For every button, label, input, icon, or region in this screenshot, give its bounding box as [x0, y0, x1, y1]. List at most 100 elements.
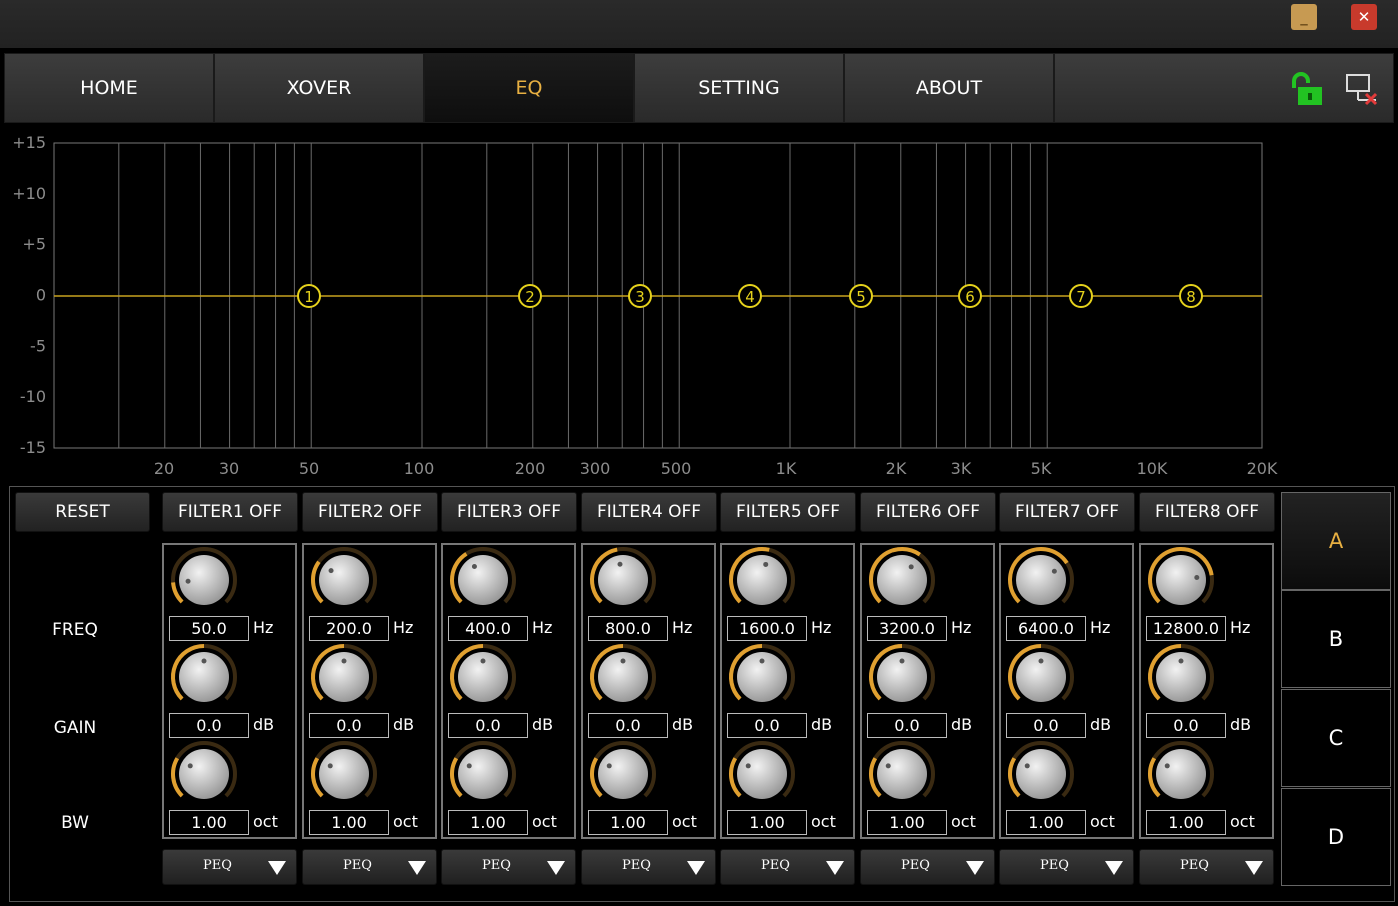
preset-c-button[interactable]: C [1281, 689, 1391, 787]
disconnect-icon[interactable] [1344, 72, 1380, 106]
gain-knob[interactable] [867, 642, 937, 712]
gain-knob[interactable] [309, 642, 379, 712]
x-tick-label: 1K [776, 459, 797, 478]
filter-toggle-button[interactable]: FILTER4 OFF [581, 492, 717, 532]
filter-marker-label: 2 [525, 288, 535, 306]
freq-input[interactable]: 400.0 [448, 616, 528, 641]
filter-toggle-button[interactable]: FILTER2 OFF [302, 492, 438, 532]
tab-xover[interactable]: XOVER [214, 53, 424, 123]
filter-type-select[interactable]: PEQ [720, 849, 855, 885]
filter-toggle-button[interactable]: FILTER7 OFF [999, 492, 1135, 532]
unlock-icon[interactable] [1288, 72, 1324, 106]
filter-toggle-button[interactable]: FILTER1 OFF [162, 492, 298, 532]
gain-knob[interactable] [727, 642, 797, 712]
freq-input[interactable]: 6400.0 [1006, 616, 1086, 641]
tab-label: SETTING [698, 77, 780, 99]
bw-unit: oct [393, 812, 418, 831]
bw-knob[interactable] [727, 739, 797, 809]
gain-knob[interactable] [448, 642, 518, 712]
close-button[interactable]: ✕ [1351, 4, 1377, 30]
freq-knob[interactable] [309, 545, 379, 615]
filter-type-select[interactable]: PEQ [162, 849, 297, 885]
gain-knob[interactable] [1146, 642, 1216, 712]
bw-input[interactable]: 1.00 [448, 810, 528, 835]
gain-unit: dB [672, 715, 694, 734]
y-tick-label: -5 [30, 336, 46, 355]
freq-knob[interactable] [169, 545, 239, 615]
preset-b-button[interactable]: B [1281, 590, 1391, 688]
bw-input[interactable]: 1.00 [1006, 810, 1086, 835]
bw-input[interactable]: 1.00 [1146, 810, 1226, 835]
gain-input[interactable]: 0.0 [448, 713, 528, 738]
bw-knob[interactable] [1006, 739, 1076, 809]
freq-knob[interactable] [448, 545, 518, 615]
minimize-button[interactable]: _ [1291, 4, 1317, 30]
bw-knob[interactable] [1146, 739, 1216, 809]
filter-type-value: PEQ [482, 858, 511, 873]
bw-input[interactable]: 1.00 [169, 810, 249, 835]
gain-input[interactable]: 0.0 [867, 713, 947, 738]
tab-about[interactable]: ABOUT [844, 53, 1054, 123]
gain-input[interactable]: 0.0 [169, 713, 249, 738]
bw-input[interactable]: 1.00 [867, 810, 947, 835]
freq-input[interactable]: 800.0 [588, 616, 668, 641]
gain-input[interactable]: 0.0 [309, 713, 389, 738]
gain-input[interactable]: 0.0 [1146, 713, 1226, 738]
bw-knob[interactable] [448, 739, 518, 809]
tab-home[interactable]: HOME [4, 53, 214, 123]
x-tick-label: 300 [580, 459, 611, 478]
freq-input[interactable]: 12800.0 [1146, 616, 1226, 641]
bw-input[interactable]: 1.00 [727, 810, 807, 835]
filter-type-select[interactable]: PEQ [860, 849, 995, 885]
filter-type-select[interactable]: PEQ [999, 849, 1134, 885]
x-tick-label: 20K [1247, 459, 1278, 478]
filter-type-value: PEQ [761, 858, 790, 873]
filter-toggle-button[interactable]: FILTER3 OFF [441, 492, 577, 532]
preset-a-button[interactable]: A [1281, 492, 1391, 590]
filter-toggle-button[interactable]: FILTER8 OFF [1139, 492, 1275, 532]
freq-unit: Hz [532, 618, 553, 637]
nav-bar: HOME XOVER EQ SETTING ABOUT [0, 48, 1398, 128]
reset-button[interactable]: RESET [15, 492, 150, 532]
freq-knob[interactable] [727, 545, 797, 615]
tab-setting[interactable]: SETTING [634, 53, 844, 123]
filter-type-select[interactable]: PEQ [581, 849, 716, 885]
x-tick-label: 30 [219, 459, 239, 478]
gain-knob[interactable] [588, 642, 658, 712]
preset-label: B [1328, 627, 1344, 651]
filter-toggle-button[interactable]: FILTER6 OFF [860, 492, 996, 532]
bw-knob[interactable] [588, 739, 658, 809]
bw-knob[interactable] [867, 739, 937, 809]
gain-unit: dB [811, 715, 833, 734]
freq-knob[interactable] [867, 545, 937, 615]
chevron-down-icon [1245, 861, 1263, 875]
freq-input[interactable]: 1600.0 [727, 616, 807, 641]
filter-marker-label: 4 [745, 288, 755, 306]
bw-knob[interactable] [169, 739, 239, 809]
filter-toggle-button[interactable]: FILTER5 OFF [720, 492, 856, 532]
freq-knob[interactable] [1006, 545, 1076, 615]
tab-eq[interactable]: EQ [424, 53, 634, 123]
filter-type-select[interactable]: PEQ [302, 849, 437, 885]
freq-knob[interactable] [1146, 545, 1216, 615]
gain-knob[interactable] [1006, 642, 1076, 712]
filter-type-select[interactable]: PEQ [1139, 849, 1274, 885]
freq-input[interactable]: 50.0 [169, 616, 249, 641]
bw-input[interactable]: 1.00 [309, 810, 389, 835]
gain-input[interactable]: 0.0 [588, 713, 668, 738]
bw-unit: oct [811, 812, 836, 831]
x-axis-ticks: 20 30 50 100 200 300 500 1K 2K 3K 5K 10K 20K [154, 459, 1278, 478]
bw-knob[interactable] [309, 739, 379, 809]
freq-unit: Hz [951, 618, 972, 637]
freq-input[interactable]: 200.0 [309, 616, 389, 641]
gain-knob[interactable] [169, 642, 239, 712]
gain-input[interactable]: 0.0 [727, 713, 807, 738]
filter-type-select[interactable]: PEQ [441, 849, 576, 885]
preset-d-button[interactable]: D [1281, 788, 1391, 886]
freq-input[interactable]: 3200.0 [867, 616, 947, 641]
gain-input[interactable]: 0.0 [1006, 713, 1086, 738]
eq-response-graph[interactable]: +15 +10 +5 0 -5 -10 -15 20 30 50 100 200 300 500 1K 2K… [0, 128, 1398, 480]
bw-input[interactable]: 1.00 [588, 810, 668, 835]
freq-knob[interactable] [588, 545, 658, 615]
x-tick-label: 20 [154, 459, 174, 478]
